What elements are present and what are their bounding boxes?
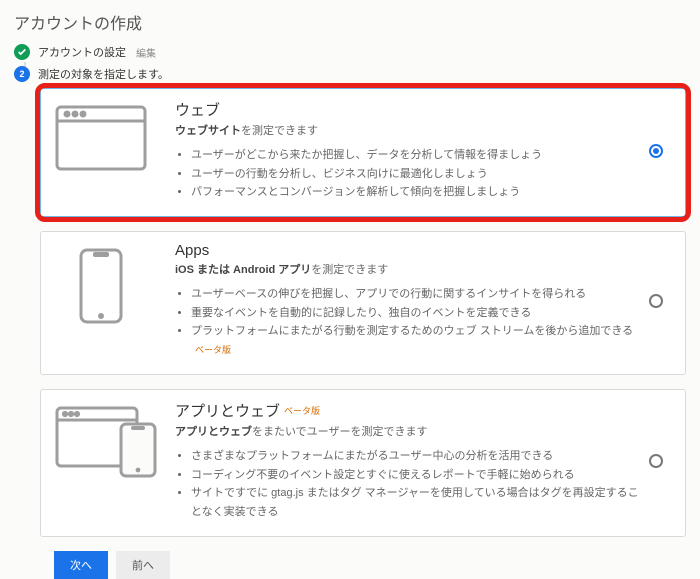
beta-badge: ベータ版 [195, 345, 231, 355]
step-number-icon: 2 [14, 66, 30, 82]
step-edit-link[interactable]: 編集 [136, 45, 156, 60]
browser-phone-icon [55, 406, 159, 478]
card-web-bullets: ユーザーがどこから来たか把握し、データを分析して情報を得ましょう ユーザーの行動… [175, 146, 641, 202]
page-title: アカウントの作成 [14, 10, 686, 34]
card-appsweb-subtitle: アプリとウェブをまたいでユーザーを測定できます [175, 423, 641, 439]
radio-apps[interactable] [649, 294, 663, 308]
card-web-subtitle: ウェブサイトを測定できます [175, 122, 641, 138]
beta-badge: ベータ版 [284, 404, 320, 417]
card-appsweb-bullets: さまざまなプラットフォームにまたがるユーザー中心の分析を活用できる コーディング… [175, 447, 641, 522]
card-apps-title: Apps [175, 242, 641, 259]
prev-button[interactable]: 前へ [116, 551, 170, 579]
option-card-apps[interactable]: Apps iOS または Android アプリを測定できます ユーザーベースの… [40, 231, 686, 375]
card-apps-subtitle: iOS または Android アプリを測定できます [175, 261, 641, 277]
option-card-web[interactable]: ウェブ ウェブサイトを測定できます ユーザーがどこから来たか把握し、データを分析… [40, 88, 686, 217]
card-appsweb-title: アプリとウェブ ベータ版 [175, 400, 641, 421]
phone-icon [79, 248, 123, 324]
radio-web[interactable] [649, 144, 663, 158]
card-apps-bullets: ユーザーベースの伸びを把握し、アプリでの行動に関するインサイトを得られる 重要な… [175, 285, 641, 360]
radio-appsweb[interactable] [649, 454, 663, 468]
step-current-label: 測定の対象を指定します。 [38, 66, 169, 82]
step-done-label: アカウントの設定 [38, 44, 126, 60]
check-icon [14, 44, 30, 60]
step-target: 2 測定の対象を指定します。 [14, 66, 686, 82]
option-card-appsweb[interactable]: アプリとウェブ ベータ版 アプリとウェブをまたいでユーザーを測定できます さまざ… [40, 389, 686, 537]
next-button[interactable]: 次へ [54, 551, 108, 579]
card-web-title: ウェブ [175, 99, 641, 120]
browser-window-icon [55, 105, 147, 171]
step-account-settings: アカウントの設定 編集 [14, 44, 686, 60]
